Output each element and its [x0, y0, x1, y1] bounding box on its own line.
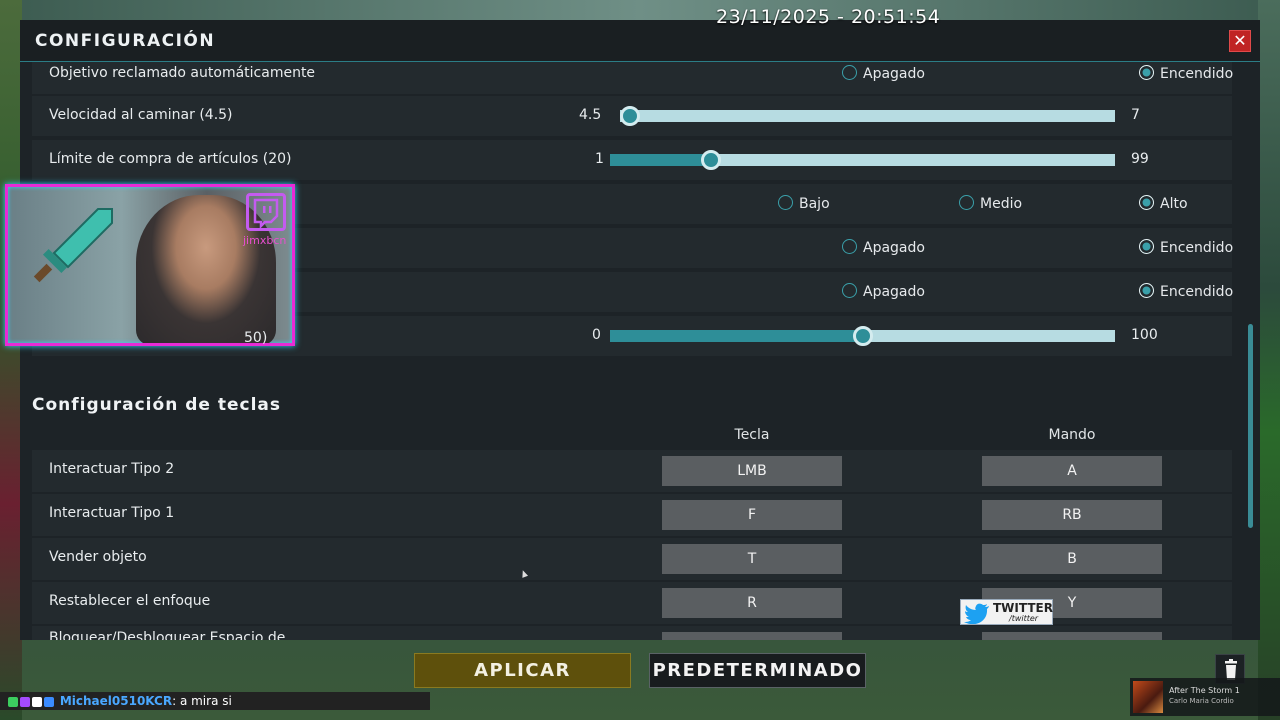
- key-binding-button[interactable]: G: [662, 632, 842, 640]
- keybindings-title: Configuración de teclas: [32, 395, 281, 415]
- slider-max-label: 99: [1131, 151, 1149, 167]
- key-binding-button[interactable]: LMB: [662, 456, 842, 486]
- radio-medio[interactable]: Medio: [959, 195, 1022, 213]
- chat-text: : a mira si: [172, 694, 232, 708]
- twitter-badge: TWITTER /twitter: [960, 599, 1053, 625]
- radio-apagado[interactable]: Apagado: [842, 65, 925, 83]
- radio-dot: [959, 195, 974, 210]
- keybind-action: Vender objeto: [49, 549, 147, 565]
- keybind-action: Interactuar Tipo 1: [49, 505, 175, 521]
- song-artist: Carlo Maria Cordio: [1169, 697, 1234, 705]
- twitter-bird-icon: [964, 603, 989, 624]
- slider-min-label: 1: [595, 151, 604, 167]
- purchase-limit-slider[interactable]: [610, 150, 1115, 170]
- default-button[interactable]: PREDETERMINADO: [649, 653, 866, 688]
- album-cover: [1133, 681, 1163, 713]
- background-right: [1258, 0, 1280, 720]
- radio-dot: [1139, 195, 1154, 210]
- percent-slider[interactable]: [610, 326, 1115, 346]
- panel-title: CONFIGURACIÓN: [35, 31, 216, 51]
- twitch-username: jimxbcn: [243, 234, 287, 247]
- apply-button[interactable]: APLICAR: [414, 653, 631, 688]
- pad-binding-button[interactable]: RB: [982, 500, 1162, 530]
- slider-fill: [610, 330, 863, 342]
- setting-label: Límite de compra de artículos (20): [49, 151, 292, 167]
- key-binding-button[interactable]: F: [662, 500, 842, 530]
- radio-encendido[interactable]: Encendido: [1139, 283, 1233, 301]
- close-icon: ✕: [1233, 31, 1247, 50]
- pad-binding-button[interactable]: B: [982, 544, 1162, 574]
- setting-label: Objetivo reclamado automáticamente: [49, 65, 316, 81]
- twitter-title: TWITTER: [993, 601, 1053, 615]
- column-header-pad: Mando: [1048, 427, 1096, 443]
- twitch-icon: [246, 193, 286, 231]
- slider-min-label: 0: [592, 327, 601, 343]
- slider-knob[interactable]: [619, 106, 640, 126]
- now-playing-widget: After The Storm 1 Carlo Maria Cordio: [1130, 678, 1280, 716]
- radio-apagado[interactable]: Apagado: [842, 239, 925, 257]
- background-top: [0, 0, 1280, 22]
- pad-binding-button[interactable]: A: [982, 456, 1162, 486]
- pad-binding-button[interactable]: LB: [982, 632, 1162, 640]
- radio-dot: [842, 283, 857, 298]
- walk-speed-slider[interactable]: [619, 106, 1115, 126]
- setting-label-partial: 50): [244, 330, 268, 346]
- chat-username: Michael0510KCR: [59, 694, 173, 708]
- keybind-row: Bloquear/Desbloquear Espacio de Almacena…: [32, 626, 1232, 640]
- radio-dot: [842, 65, 857, 80]
- radio-dot: [842, 239, 857, 254]
- key-binding-button[interactable]: T: [662, 544, 842, 574]
- background-left: [0, 0, 22, 720]
- slider-max-label: 100: [1131, 327, 1158, 343]
- keybind-row: Interactuar Tipo 2 LMB A: [32, 450, 1232, 492]
- keybind-action: Restablecer el enfoque: [49, 593, 211, 609]
- sword-icon: [33, 208, 113, 283]
- setting-row-walk-speed: Velocidad al caminar (4.5) 4.5 7: [32, 96, 1232, 136]
- radio-encendido[interactable]: Encendido: [1139, 239, 1233, 257]
- radio-alto[interactable]: Alto: [1139, 195, 1188, 213]
- chat-message: Michael0510KCR: a mira si: [0, 692, 430, 710]
- setting-row-auto-target: Objetivo reclamado automáticamente Apaga…: [32, 62, 1233, 94]
- close-button[interactable]: ✕: [1229, 30, 1251, 52]
- column-header-key: Tecla: [734, 427, 770, 443]
- radio-dot: [778, 195, 793, 210]
- keybind-row: Vender objeto T B: [32, 538, 1232, 580]
- slider-knob[interactable]: [852, 326, 873, 346]
- panel-header: CONFIGURACIÓN ✕: [20, 20, 1260, 62]
- setting-label: Velocidad al caminar (4.5): [49, 107, 233, 123]
- webcam-overlay: jimxbcn: [5, 184, 295, 346]
- radio-dot: [1139, 239, 1154, 254]
- slider-fill: [610, 154, 711, 166]
- slider-knob[interactable]: [701, 150, 721, 170]
- keybind-action: Interactuar Tipo 2: [49, 461, 175, 477]
- radio-dot: [1139, 65, 1154, 80]
- stream-datetime: 23/11/2025 - 20:51:54: [716, 6, 941, 28]
- twitter-handle: /twitter: [1009, 614, 1039, 623]
- song-title: After The Storm 1: [1169, 686, 1240, 695]
- settings-scroll-area[interactable]: Objetivo reclamado automáticamente Apaga…: [20, 62, 1260, 640]
- slider-max-label: 7: [1131, 107, 1140, 123]
- keybind-action: Bloquear/Desbloquear Espacio de Almacena…: [49, 630, 286, 640]
- radio-bajo[interactable]: Bajo: [778, 195, 830, 213]
- radio-dot: [1139, 283, 1154, 298]
- setting-row-purchase-limit: Límite de compra de artículos (20) 1 99: [32, 140, 1232, 180]
- radio-apagado[interactable]: Apagado: [842, 283, 925, 301]
- keybind-row: Interactuar Tipo 1 F RB: [32, 494, 1232, 536]
- radio-encendido[interactable]: Encendido: [1139, 65, 1233, 83]
- chat-badges-icon: [8, 694, 56, 712]
- scrollbar-thumb[interactable]: [1248, 324, 1253, 528]
- slider-min-label: 4.5: [579, 107, 602, 123]
- key-binding-button[interactable]: R: [662, 588, 842, 618]
